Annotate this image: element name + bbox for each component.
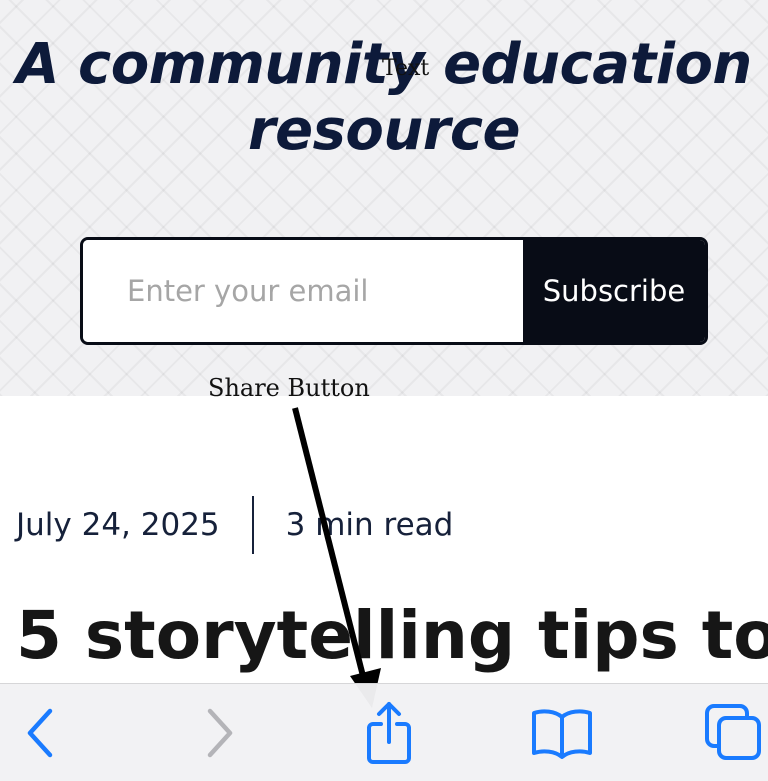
hero-title-line-2: resource bbox=[247, 98, 521, 163]
back-icon bbox=[27, 708, 53, 758]
share-icon bbox=[367, 702, 411, 764]
bookmarks-button[interactable] bbox=[522, 684, 602, 781]
article-meta: July 24, 2025 3 min read bbox=[16, 496, 453, 554]
forward-button[interactable] bbox=[180, 684, 260, 781]
meta-divider bbox=[251, 496, 254, 554]
tabs-icon bbox=[705, 704, 761, 760]
annotation-share-label: Share Button bbox=[208, 374, 370, 402]
share-button[interactable] bbox=[349, 684, 429, 781]
article-title[interactable]: 5 storytelling tips to bbox=[16, 594, 768, 678]
article-date: July 24, 2025 bbox=[16, 507, 220, 543]
article-read-time: 3 min read bbox=[285, 507, 454, 543]
hero-title: A community education resource bbox=[0, 32, 768, 164]
subscribe-button[interactable]: Subscribe bbox=[523, 240, 705, 342]
bookmarks-icon bbox=[532, 709, 592, 759]
annotation-text-label: Text bbox=[382, 56, 430, 81]
subscribe-form: Subscribe bbox=[80, 237, 708, 345]
forward-icon bbox=[207, 708, 233, 758]
email-input[interactable] bbox=[83, 240, 523, 342]
browser-page: A community education resource Subscribe… bbox=[0, 0, 768, 781]
browser-toolbar bbox=[0, 683, 768, 781]
back-button[interactable] bbox=[0, 684, 80, 781]
tabs-button[interactable] bbox=[694, 684, 768, 781]
